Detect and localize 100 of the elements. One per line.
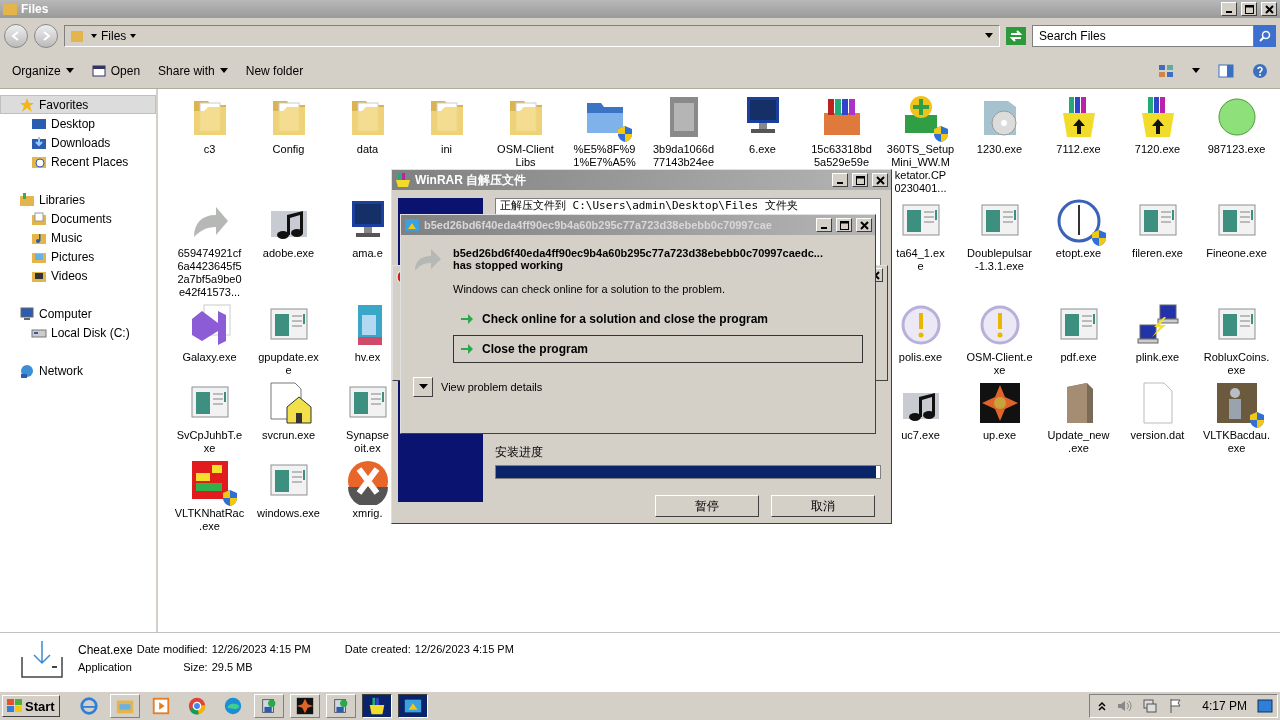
sidebar-item[interactable]: Recent Places <box>0 152 156 171</box>
file-name[interactable]: Synapse oit.ex <box>346 429 389 455</box>
taskbar-button[interactable] <box>361 694 392 718</box>
close-button[interactable] <box>1261 2 1277 16</box>
file-name[interactable]: Fineone.exe <box>1206 247 1267 260</box>
refresh-icon[interactable] <box>1006 27 1026 45</box>
file-name[interactable]: %E5%8F%9 1%E7%A5% <box>573 143 636 169</box>
toolbar-button[interactable]: Organize <box>12 64 74 78</box>
command-link[interactable]: Close the program <box>453 335 863 363</box>
dropdown-caret-icon[interactable] <box>985 33 993 39</box>
library-icon <box>19 191 35 208</box>
taskbar-button[interactable] <box>397 694 428 718</box>
file-name[interactable]: adobe.exe <box>262 247 315 260</box>
file-name[interactable]: OSM-Client Libs <box>497 143 554 169</box>
expand-button[interactable] <box>413 377 433 397</box>
chevron-up-icon[interactable] <box>1098 701 1107 711</box>
show-desktop-icon[interactable] <box>1257 698 1273 714</box>
sidebar-item[interactable]: Network <box>0 361 156 380</box>
maximize-button[interactable] <box>852 173 868 187</box>
file-name[interactable]: 7112.exe <box>1056 143 1101 156</box>
file-name[interactable]: VLTKNhatRac .exe <box>174 507 245 533</box>
file-name[interactable]: up.exe <box>983 429 1016 442</box>
file-name[interactable]: svcrun.exe <box>261 429 316 442</box>
message-text: Windows can check online for a solution to the problem. <box>453 283 727 295</box>
file-name[interactable]: data <box>356 143 379 156</box>
minimize-button[interactable] <box>1221 2 1237 16</box>
toolbar-button[interactable]: Share with <box>158 64 228 78</box>
file-name[interactable]: fileren.exe <box>1132 247 1183 260</box>
search-button[interactable] <box>1254 25 1276 47</box>
sidebar-item[interactable]: Libraries <box>0 190 156 209</box>
caret-icon[interactable] <box>1192 68 1200 74</box>
file-name[interactable]: 659474921cf 6a4423645f5 2a7bf5a9be0 e42f41573... <box>177 247 242 299</box>
details-toggle-label[interactable]: View problem details <box>441 381 543 393</box>
file-name[interactable]: 15c63318bd 5a529e59e <box>811 143 872 169</box>
command-link[interactable]: Check online for a solution and close the program <box>453 305 863 333</box>
file-name[interactable]: ta64_1.ex e <box>896 247 945 273</box>
file-name[interactable]: 3b9da1066d 77143b24ee <box>652 143 715 169</box>
field-value: 29.5 MB <box>211 661 254 673</box>
file-name[interactable]: OSM-Client.e xe <box>966 351 1033 377</box>
file-name[interactable]: polis.exe <box>898 351 943 364</box>
dialog-title: b5ed26bd6f40eda4ff90ec9b4a60b295c77a723d38ebebb0c70997cae <box>424 219 773 231</box>
back-button[interactable] <box>4 24 28 48</box>
help-icon[interactable] <box>1252 63 1268 79</box>
file-name[interactable]: Doublepulsar -1.3.1.exe <box>967 247 1032 273</box>
file-name[interactable]: version.dat <box>1130 429 1185 442</box>
search-field[interactable]: Search Files <box>1032 25 1254 47</box>
file-name[interactable]: 6.exe <box>749 143 776 156</box>
sidebar-item[interactable]: Computer <box>0 304 156 323</box>
file-name[interactable]: uc7.exe <box>901 429 940 442</box>
file-name[interactable]: RobluxCoins. exe <box>1203 351 1270 377</box>
breadcrumb[interactable]: Files <box>91 29 137 43</box>
file-name[interactable]: plink.exe <box>1135 351 1180 364</box>
network-icon[interactable] <box>1142 698 1159 714</box>
maximize-button[interactable] <box>1241 2 1257 16</box>
download-tray-icon <box>20 639 64 679</box>
file-name[interactable]: pdf.exe <box>1060 351 1097 364</box>
minimize-button[interactable] <box>816 218 832 232</box>
file-name[interactable]: Galaxy.exe <box>182 351 237 364</box>
dialog-button[interactable]: 取消 <box>771 495 875 517</box>
file-name[interactable]: ini <box>441 143 452 156</box>
view-grid-icon[interactable] <box>1158 64 1174 78</box>
forward-button[interactable] <box>34 24 58 48</box>
file-name[interactable]: 987123.exe <box>1207 143 1266 156</box>
file-name[interactable]: hv.ex <box>354 351 381 364</box>
file-name[interactable]: 360TS_Setup Mini_WW.M ketator.CP 0230401... <box>886 143 955 195</box>
file-name[interactable]: Config <box>272 143 305 156</box>
sidebar-item[interactable]: Favorites <box>0 95 156 114</box>
file-name[interactable]: xmrig. <box>352 507 383 520</box>
sidebar-item[interactable]: Documents <box>0 209 156 228</box>
minimize-button[interactable] <box>832 173 848 187</box>
file-name[interactable]: 7120.exe <box>1134 143 1181 156</box>
sidebar-item[interactable]: Pictures <box>0 247 156 266</box>
start-button[interactable]: Start <box>2 695 60 717</box>
file-name[interactable]: etopt.exe <box>1055 247 1102 260</box>
error-heading: b5ed26bd6f40eda4ff90ec9b4a60b295c77a723d38ebebb0c70997caedc... <box>453 247 824 259</box>
file-name[interactable]: windows.exe <box>257 507 320 520</box>
close-button[interactable] <box>856 218 872 232</box>
toolbar-button[interactable]: Open <box>91 64 141 78</box>
file-name[interactable]: c3 <box>203 143 216 156</box>
file-name[interactable]: gpupdate.ex e <box>258 351 319 377</box>
file-name[interactable]: ama.e <box>352 247 383 260</box>
preview-pane-icon[interactable] <box>1218 64 1234 78</box>
sidebar-item[interactable]: Music <box>0 228 156 247</box>
documents-icon <box>31 210 47 227</box>
dialog-button[interactable]: 暂停 <box>655 495 759 517</box>
file-name[interactable]: 1230.exe <box>976 143 1023 156</box>
download-icon <box>31 134 47 151</box>
maximize-button[interactable] <box>836 218 852 232</box>
archive-box-icon <box>395 172 411 188</box>
sidebar-item[interactable]: Videos <box>0 266 156 285</box>
sidebar-item[interactable]: Downloads <box>0 133 156 152</box>
close-button[interactable] <box>872 173 888 187</box>
close-icon <box>859 220 869 230</box>
toolbar-button[interactable]: New folder <box>245 64 304 78</box>
file-name[interactable]: VLTKBacdau. exe <box>1202 429 1271 455</box>
file-name[interactable]: SvCpJuhbT.e xe <box>176 429 243 455</box>
clock[interactable]: 4:17 PM <box>1202 699 1247 713</box>
sidebar-item[interactable]: Desktop <box>0 114 156 133</box>
file-name[interactable]: Update_new .exe <box>1047 429 1110 455</box>
sidebar-item[interactable]: Local Disk (C:) <box>0 323 156 342</box>
